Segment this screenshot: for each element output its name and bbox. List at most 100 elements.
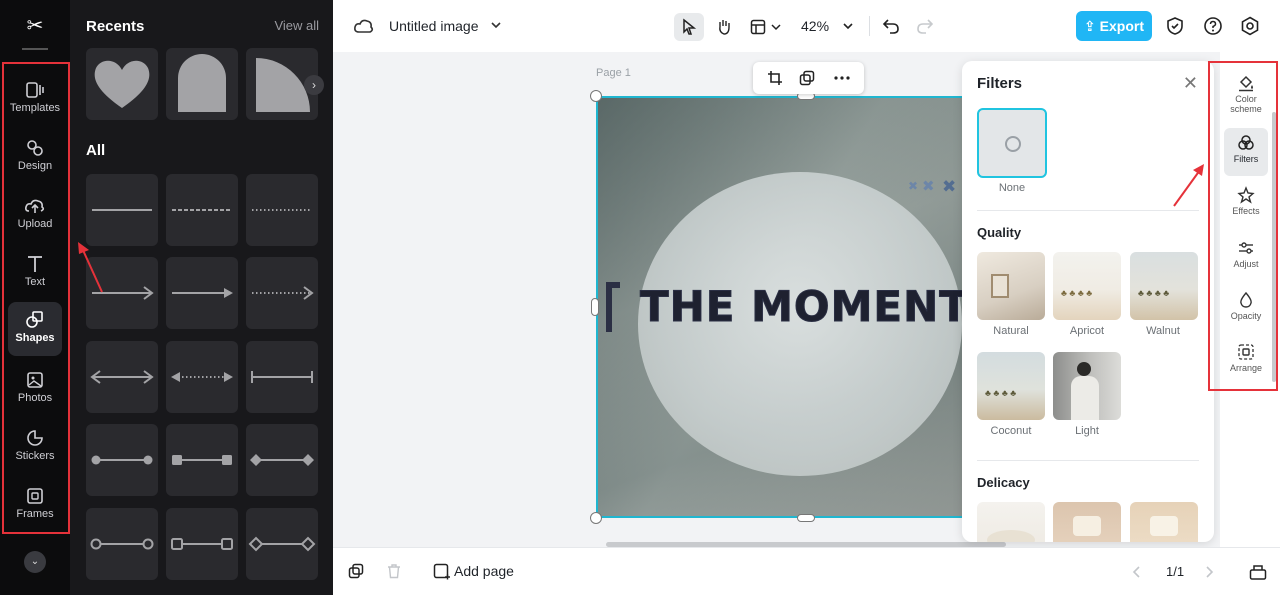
sidebar-item-frames[interactable]: Frames — [8, 478, 62, 532]
rail-item-arrange[interactable]: Arrange — [1224, 337, 1268, 385]
resize-handle-left[interactable] — [591, 298, 599, 316]
rail-item-adjust[interactable]: Adjust — [1224, 233, 1268, 281]
filter-thumb-apricot[interactable]: ♣ ♣ ♣ ♣ — [1053, 252, 1121, 320]
shape-tile-line-diamonds[interactable] — [246, 424, 318, 496]
shape-tile-line-squares-outline[interactable] — [166, 508, 238, 580]
layout-button[interactable] — [745, 13, 785, 41]
chevron-down-icon[interactable] — [842, 21, 854, 31]
filter-thumb-delicacy-2[interactable] — [1053, 502, 1121, 542]
sidebar-item-upload[interactable]: Upload — [8, 188, 62, 242]
chevron-down-icon[interactable] — [490, 20, 502, 30]
shape-tile-line-squares[interactable] — [166, 424, 238, 496]
more-options-icon[interactable] — [833, 70, 851, 86]
filter-label: Natural — [993, 325, 1029, 337]
shape-tile-line-diamonds-outline[interactable] — [246, 508, 318, 580]
shape-tile-arrow-solid[interactable] — [166, 257, 238, 329]
rail-item-opacity[interactable]: Opacity — [1224, 285, 1268, 333]
sidebar-item-stickers[interactable]: Stickers — [8, 420, 62, 474]
chevron-left-icon[interactable] — [1132, 565, 1142, 579]
shape-tile-arrow-thin[interactable] — [86, 257, 158, 329]
filter-label: None — [998, 182, 1026, 194]
select-tool-button[interactable] — [674, 13, 704, 41]
person-head-prop — [1077, 362, 1091, 376]
toolbar-divider — [869, 16, 870, 36]
hand-tool-button[interactable] — [709, 13, 739, 41]
add-page-button[interactable]: Add page — [454, 563, 514, 579]
resize-handle-bottom-left[interactable] — [590, 512, 602, 524]
shape-tile-arrow-dotted[interactable] — [246, 257, 318, 329]
headline-text[interactable]: THE MOMENT. — [639, 282, 979, 332]
text-icon — [28, 256, 42, 272]
design-icon — [27, 140, 43, 156]
double-arrow-dotted-icon — [171, 372, 233, 382]
rail-item-filters[interactable]: Filters — [1224, 128, 1268, 176]
close-icon[interactable]: ✕ — [1183, 73, 1198, 94]
filter-none[interactable] — [977, 108, 1047, 178]
undo-icon[interactable] — [882, 17, 900, 35]
rail-item-label: Opacity — [1230, 311, 1262, 321]
shape-tile-line-solid[interactable] — [86, 174, 158, 246]
filters-panel: Filters ✕ None Quality Natural ♣ ♣ ♣ ♣ A… — [962, 61, 1214, 542]
section-divider — [977, 460, 1199, 461]
artboard-image[interactable]: ✖ ✖ ✖ THE MOMENT. — [596, 96, 996, 516]
arrow-solid-icon — [172, 288, 233, 298]
effects-icon — [1237, 186, 1255, 204]
sidebar-item-templates[interactable]: Templates — [8, 72, 62, 126]
sidebar-item-design[interactable]: Design — [8, 130, 62, 184]
palm-trees-prop: ♣ ♣ ♣ ♣ — [1061, 288, 1093, 298]
trash-icon[interactable] — [386, 563, 402, 579]
sidebar-item-text[interactable]: Text — [8, 246, 62, 300]
solid-line-icon — [92, 209, 152, 211]
resize-handle-bottom[interactable] — [797, 514, 815, 522]
duplicate-icon[interactable] — [799, 70, 815, 86]
shape-tile-double-arrow-dotted[interactable] — [166, 341, 238, 413]
filter-thumb-light[interactable] — [1053, 352, 1121, 420]
sidebar-item-label: Photos — [17, 392, 53, 404]
redo-icon[interactable] — [916, 17, 934, 35]
shield-icon[interactable] — [1166, 16, 1184, 36]
shape-tile-line-dots[interactable] — [86, 424, 158, 496]
resize-handle-top-left[interactable] — [590, 90, 602, 102]
document-title[interactable]: Untitled image — [389, 18, 479, 34]
cross-stickers-icon[interactable]: ✖ ✖ ✖ — [908, 178, 968, 194]
capcut-logo-icon[interactable]: ✂ — [22, 14, 48, 38]
arrange-icon — [1238, 344, 1254, 360]
shape-tile-line-dashed[interactable] — [166, 174, 238, 246]
view-all-link[interactable]: View all — [274, 18, 319, 33]
add-page-icon — [433, 563, 450, 580]
shape-tile-double-arrow[interactable] — [86, 341, 158, 413]
filter-label: Walnut — [1146, 325, 1180, 337]
filter-thumb-walnut[interactable]: ♣ ♣ ♣ ♣ — [1130, 252, 1198, 320]
zoom-level[interactable]: 42% — [801, 18, 829, 34]
photos-icon — [27, 372, 43, 388]
filter-thumb-delicacy-1[interactable] — [977, 502, 1045, 542]
crop-icon[interactable] — [767, 70, 783, 86]
plate-prop — [987, 530, 1035, 542]
rail-item-effects[interactable]: Effects — [1224, 180, 1268, 228]
cloud-save-icon[interactable] — [353, 16, 375, 36]
sidebar-item-shapes[interactable]: Shapes — [8, 302, 62, 356]
shape-tile-dimension-line[interactable] — [246, 341, 318, 413]
svg-text:✖: ✖ — [922, 178, 935, 194]
rail-scrollbar[interactable] — [1272, 112, 1276, 382]
export-button[interactable]: ⇪ Export — [1076, 11, 1152, 41]
shape-tile-arch[interactable] — [166, 48, 238, 120]
filter-thumb-delicacy-3[interactable] — [1130, 502, 1198, 542]
line-diamond-outline-ends-icon — [248, 536, 316, 552]
filter-thumb-coconut[interactable]: ♣ ♣ ♣ ♣ — [977, 352, 1045, 420]
rail-item-color-scheme[interactable]: Color scheme — [1224, 68, 1268, 116]
shape-tile-line-dotted[interactable] — [246, 174, 318, 246]
chevron-down-icon[interactable]: ⌄ — [24, 551, 46, 573]
settings-icon[interactable] — [1240, 16, 1260, 36]
duplicate-page-icon[interactable] — [348, 563, 364, 579]
help-icon[interactable] — [1203, 16, 1223, 36]
shape-tile-line-circles-outline[interactable] — [86, 508, 158, 580]
shape-tile-heart[interactable] — [86, 48, 158, 120]
cake-prop — [1073, 516, 1101, 536]
filters-title: Filters — [977, 75, 1023, 92]
filter-thumb-natural[interactable] — [977, 252, 1045, 320]
chevron-right-icon[interactable]: › — [304, 75, 324, 95]
chevron-right-icon[interactable] — [1204, 565, 1214, 579]
page-manager-icon[interactable] — [1249, 563, 1267, 581]
sidebar-item-photos[interactable]: Photos — [8, 362, 62, 416]
